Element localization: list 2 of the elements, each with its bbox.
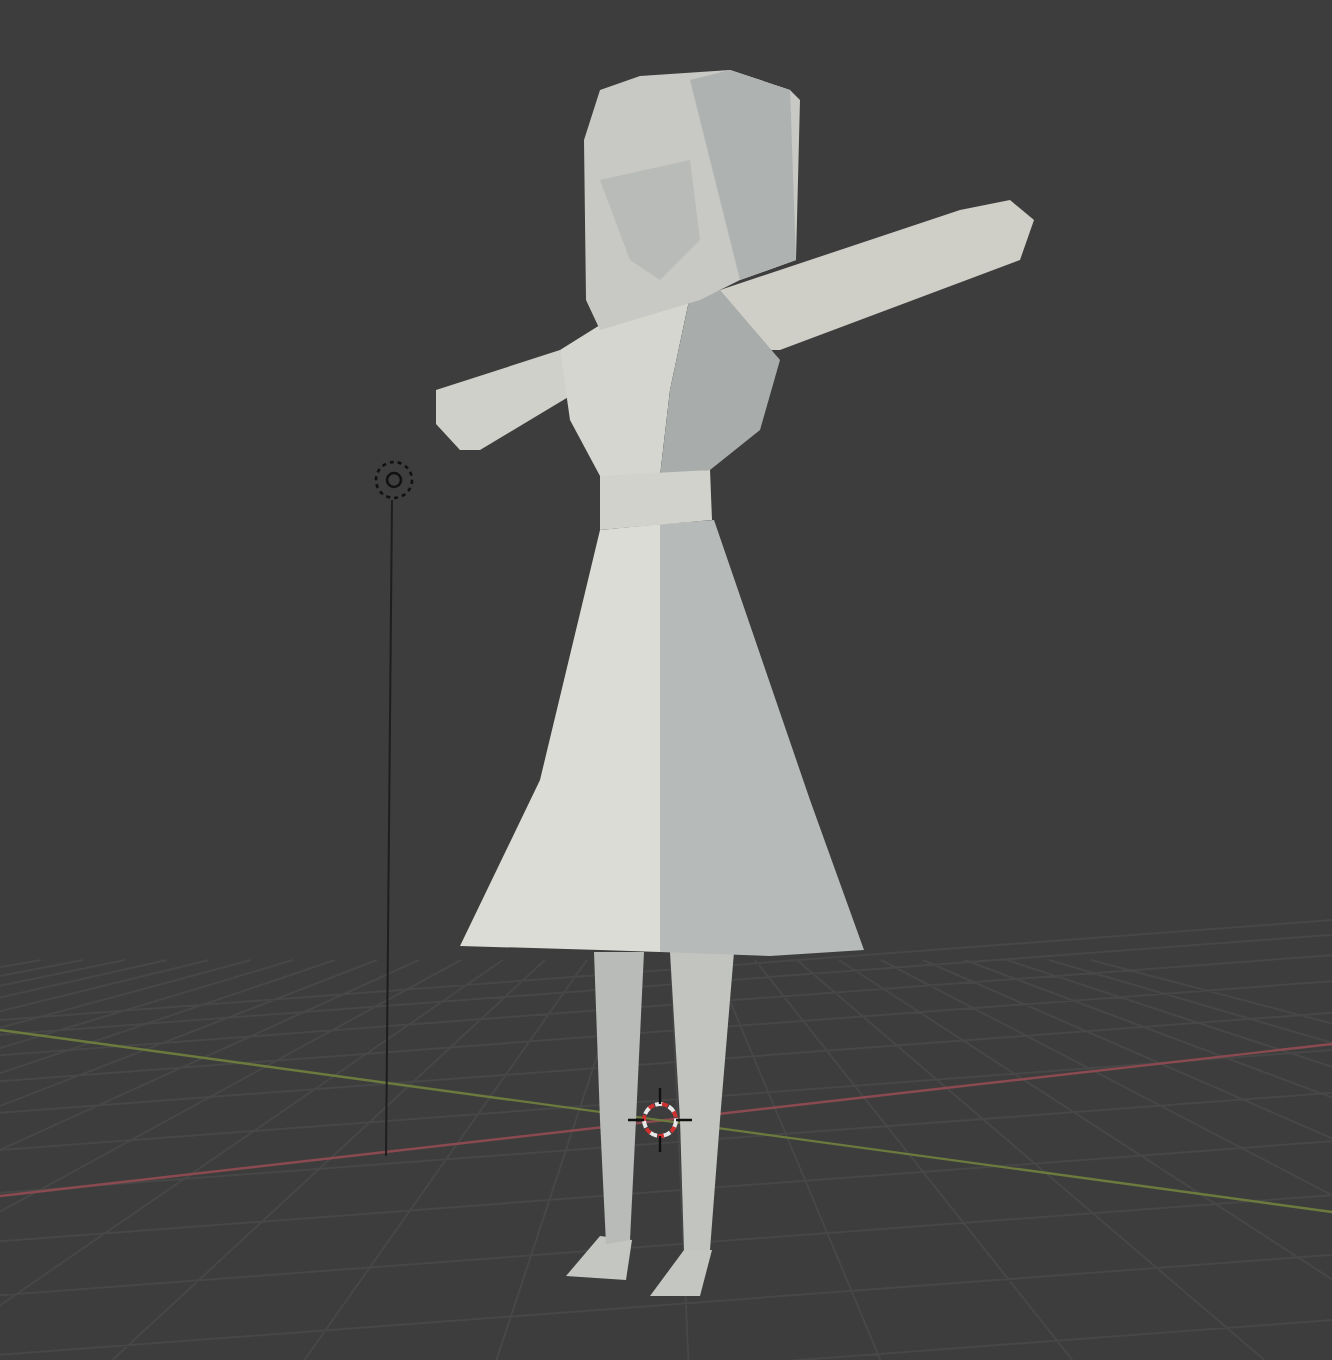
- figure-drawing[interactable]: [436, 70, 1034, 1296]
- 3d-cursor-icon[interactable]: [626, 1086, 694, 1154]
